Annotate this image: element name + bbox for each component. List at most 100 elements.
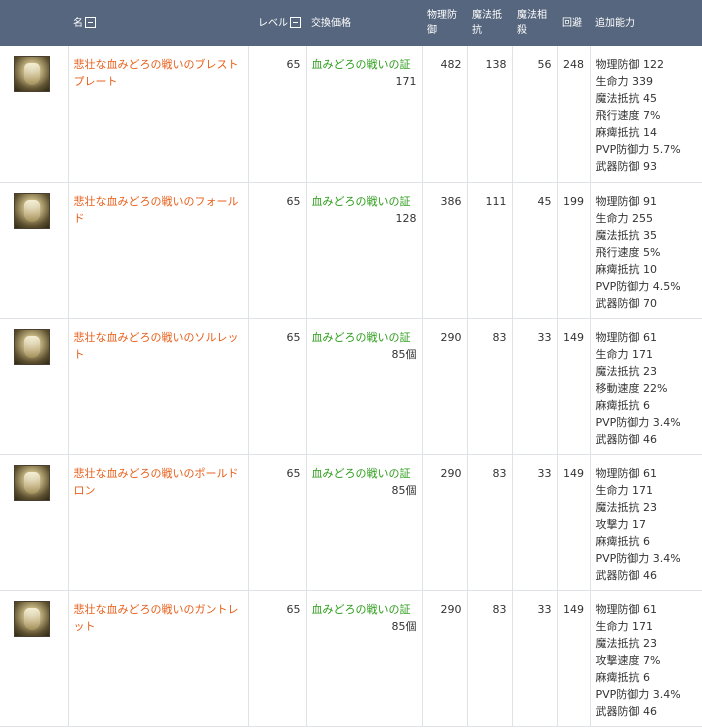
bonus-cell: 物理防御 61 生命力 171 魔法抵抗 23 攻撃力 17 麻痺抵抗 6 PVP防御力 … [590,454,702,591]
level-cell: 65 [248,590,307,727]
bonus-stat: 飛行速度 7% [595,109,661,122]
price-qty: 85個 [391,347,417,361]
armor-item-icon[interactable] [14,600,50,637]
item-name-link[interactable]: 悲壮な血みどろの戦いのフォールド [74,195,239,225]
armor-item-icon[interactable] [14,192,50,229]
bonus-stat: 麻痺抵抗 6 [595,534,651,548]
bonus-stat: PVP防御力 3.4% [595,687,681,701]
magic-offset-cell: 33 [512,454,558,591]
magic-resist-cell: 83 [467,318,513,455]
bonus-stat: 魔法抵抗 23 [595,364,658,378]
phys-def-cell: 482 [422,46,468,183]
bonus-stat: 魔法抵抗 35 [595,228,658,242]
price-cell: 血みどろの戦いの証 85個 [306,318,423,455]
header-phys-def: 物理防御 [427,10,457,36]
phys-def-cell: 386 [422,182,468,319]
bonus-stat: 麻痺抵抗 10 [595,262,658,276]
bonus-stat: 麻痺抵抗 14 [595,126,658,139]
bonus-stat: 生命力 171 [595,483,654,497]
magic-offset-cell: 56 [512,46,558,183]
header-level[interactable]: レベル [248,0,306,46]
bonus-stat: 攻撃力 17 [595,517,647,531]
price-item-link[interactable]: 血みどろの戦いの証 [312,601,417,618]
armor-item-icon[interactable] [14,464,50,501]
sort-minus-icon[interactable] [85,17,96,28]
bonus-stat: PVP防御力 5.7% [595,143,681,156]
item-name-link[interactable]: 悲壮な血みどろの戦いのブレストプレート [74,58,239,88]
name-cell: 悲壮な血みどろの戦いのフォールド [68,182,249,319]
level-cell: 65 [248,182,307,319]
bonus-cell: 物理防御 122 生命力 339 魔法抵抗 45 飛行速度 7% 麻痺抵抗 14 PVP防… [590,46,702,183]
price-cell: 血みどろの戦いの証 128 [306,182,423,319]
bonus-stat: 攻撃速度 7% [595,653,661,667]
icon-cell [0,318,69,455]
bonus-stat: 魔法抵抗 45 [595,92,658,105]
table-row: 悲壮な血みどろの戦いのソルレット 65 血みどろの戦いの証 85個 290 83 33 149… [0,318,702,455]
icon-cell [0,454,69,591]
bonus-stat: 生命力 255 [595,211,654,225]
price-qty: 85個 [391,483,417,497]
table-row: 悲壮な血みどろの戦いのブレストプレート 65 血みどろの戦いの証 171 482 138 5… [0,46,702,183]
table-row: 悲壮な血みどろの戦いのフォールド 65 血みどろの戦いの証 128 386 111 45 19… [0,182,702,319]
price-item-link[interactable]: 血みどろの戦いの証 [312,193,417,210]
bonus-stat: 武器防御 93 [595,160,658,173]
item-table: 名 レベル 交換価格 物理防御 魔法抵抗 魔法相殺 回避 追加能力 悲壮な血みど… [0,0,702,727]
price-cell: 血みどろの戦いの証 85個 [306,454,423,591]
price-item-link[interactable]: 血みどろの戦いの証 [312,465,417,482]
evasion-cell: 248 [557,46,591,183]
magic-resist-cell: 83 [467,454,513,591]
header-evasion: 回避 [562,17,582,29]
magic-offset-cell: 45 [512,182,558,319]
bonus-stat: 武器防御 46 [595,568,658,582]
bonus-stat: 生命力 339 [595,75,654,88]
header-magic-resist: 魔法抵抗 [472,10,502,36]
header-bonus: 追加能力 [595,17,635,29]
name-cell: 悲壮な血みどろの戦いのガントレット [68,590,249,727]
bonus-stat: PVP防御力 3.4% [595,415,681,429]
phys-def-cell: 290 [422,454,468,591]
bonus-stat: 魔法抵抗 23 [595,500,658,514]
table-header: 名 レベル 交換価格 物理防御 魔法抵抗 魔法相殺 回避 追加能力 [0,0,702,46]
magic-offset-cell: 33 [512,318,558,455]
name-cell: 悲壮な血みどろの戦いのソルレット [68,318,249,455]
bonus-stat: 武器防御 70 [595,296,658,310]
level-cell: 65 [248,318,307,455]
item-name-link[interactable]: 悲壮な血みどろの戦いのガントレット [74,603,239,633]
bonus-stat: 物理防御 91 [595,194,658,208]
armor-item-icon[interactable] [14,328,50,365]
sort-minus-icon[interactable] [290,17,301,28]
price-item-link[interactable]: 血みどろの戦いの証 [312,56,417,73]
bonus-stat: 物理防御 122 [595,58,665,71]
bonus-stat: 麻痺抵抗 6 [595,398,651,412]
evasion-cell: 199 [557,182,591,319]
icon-cell [0,590,69,727]
price-qty: 128 [395,211,417,225]
header-price: 交換価格 [311,17,351,29]
bonus-cell: 物理防御 91 生命力 255 魔法抵抗 35 飛行速度 5% 麻痺抵抗 10 PVP防御… [590,182,702,319]
header-name[interactable]: 名 [68,0,248,46]
bonus-stat: 生命力 171 [595,619,654,633]
bonus-stat: PVP防御力 4.5% [595,279,681,293]
item-name-link[interactable]: 悲壮な血みどろの戦いのソルレット [74,331,239,361]
table-row: 悲壮な血みどろの戦いのポールドロン 65 血みどろの戦いの証 85個 290 83 33 14… [0,454,702,591]
level-cell: 65 [248,454,307,591]
bonus-stat: 魔法抵抗 23 [595,636,658,650]
header-icon-col [0,0,68,46]
bonus-stat: 武器防御 46 [595,432,658,446]
magic-resist-cell: 138 [467,46,513,183]
bonus-stat: 移動速度 22% [595,381,668,395]
bonus-stat: 武器防御 46 [595,704,658,718]
magic-resist-cell: 83 [467,590,513,727]
phys-def-cell: 290 [422,318,468,455]
bonus-stat: 麻痺抵抗 6 [595,670,651,684]
table-row: 悲壮な血みどろの戦いのガントレット 65 血みどろの戦いの証 85個 290 83 33 14… [0,590,702,727]
evasion-cell: 149 [557,318,591,455]
price-qty: 85個 [391,619,417,633]
level-cell: 65 [248,46,307,183]
bonus-stat: 飛行速度 5% [595,245,661,259]
item-name-link[interactable]: 悲壮な血みどろの戦いのポールドロン [74,467,239,497]
armor-item-icon[interactable] [14,56,50,92]
magic-offset-cell: 33 [512,590,558,727]
phys-def-cell: 290 [422,590,468,727]
price-item-link[interactable]: 血みどろの戦いの証 [312,329,417,346]
